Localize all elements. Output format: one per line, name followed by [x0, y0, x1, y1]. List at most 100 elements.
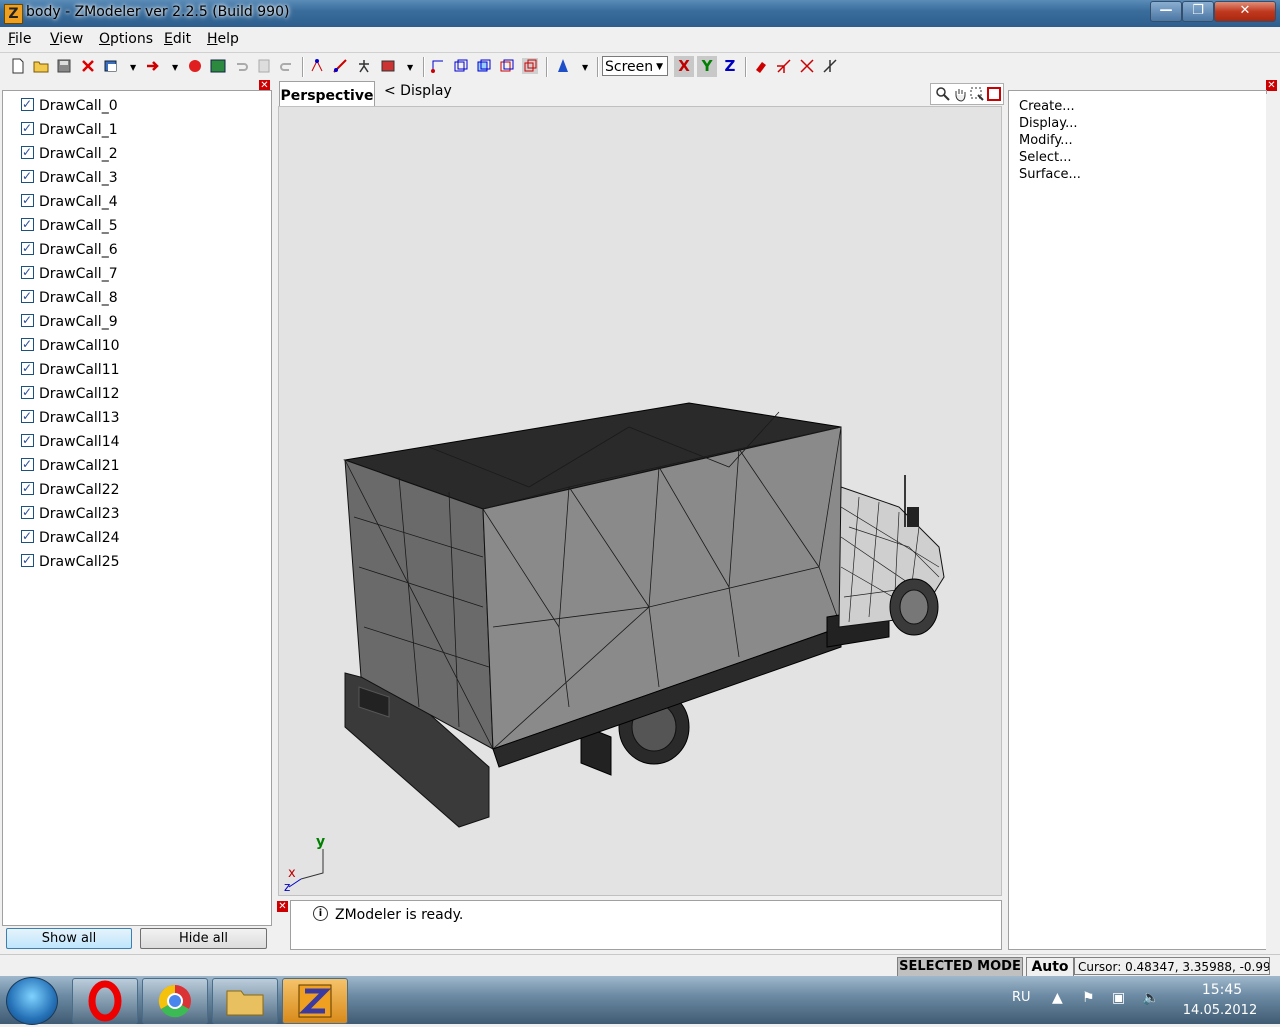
selection-mode-indicator[interactable]: SELECTED MODE [897, 957, 1023, 977]
close-button[interactable]: ✕ [1214, 1, 1276, 22]
checkbox-icon[interactable] [21, 142, 34, 162]
command-surface[interactable]: Surface... [1019, 167, 1081, 182]
checkbox-icon[interactable] [21, 262, 34, 282]
show-all-button[interactable]: Show all [6, 928, 132, 949]
tree-item[interactable]: DrawCall24 [21, 526, 120, 548]
move-icon[interactable] [776, 58, 792, 74]
zoom-icon[interactable] [935, 86, 951, 102]
tree-item[interactable]: DrawCall22 [21, 478, 120, 500]
tree-item[interactable]: DrawCall_0 [21, 94, 118, 116]
checkbox-icon[interactable] [21, 94, 34, 114]
tree-item[interactable]: DrawCall14 [21, 430, 120, 452]
checkbox-icon[interactable] [21, 406, 34, 426]
cone-icon[interactable] [555, 58, 571, 74]
select-pose-icon[interactable] [356, 58, 372, 74]
tree-item[interactable]: DrawCall21 [21, 454, 120, 476]
axis-x-button[interactable]: X [674, 56, 694, 77]
save-icon[interactable] [56, 58, 72, 74]
taskbar-explorer[interactable] [212, 978, 278, 1024]
taskbar-opera[interactable] [72, 978, 138, 1024]
taskbar-zmodeler[interactable] [282, 978, 348, 1024]
tree-item[interactable]: DrawCall10 [21, 334, 120, 356]
network-icon[interactable]: ▣ [1112, 990, 1125, 1006]
scale-icon[interactable] [822, 58, 838, 74]
3d-viewport[interactable] [278, 106, 1002, 896]
start-button[interactable] [6, 977, 58, 1025]
language-indicator[interactable]: RU [1012, 990, 1031, 1005]
tree-item[interactable]: DrawCall_2 [21, 142, 118, 164]
checkbox-icon[interactable] [21, 310, 34, 330]
tree-item[interactable]: DrawCall13 [21, 406, 120, 428]
dropdown-arrow-icon[interactable]: ▼ [172, 63, 178, 72]
checkbox-icon[interactable] [21, 454, 34, 474]
tree-item[interactable]: DrawCall25 [21, 550, 120, 572]
delete-icon[interactable] [80, 58, 96, 74]
cube-face-icon[interactable] [476, 58, 492, 74]
tree-item[interactable]: DrawCall_4 [21, 190, 118, 212]
right-panel-close-icon[interactable]: ✕ [1266, 80, 1277, 91]
checkbox-icon[interactable] [21, 166, 34, 186]
tree-item[interactable]: DrawCall_9 [21, 310, 118, 332]
checkbox-icon[interactable] [21, 502, 34, 522]
clipboard-icon[interactable] [256, 58, 272, 74]
clock-date[interactable]: 14.05.2012 [1180, 1003, 1260, 1018]
command-create[interactable]: Create... [1019, 99, 1075, 114]
command-select[interactable]: Select... [1019, 150, 1072, 165]
hide-all-button[interactable]: Hide all [140, 928, 267, 949]
tree-item[interactable]: DrawCall11 [21, 358, 120, 380]
cube-object-icon[interactable] [499, 58, 515, 74]
tree-item[interactable]: DrawCall12 [21, 382, 120, 404]
command-modify[interactable]: Modify... [1019, 133, 1073, 148]
select-edge-icon[interactable] [332, 58, 348, 74]
command-display[interactable]: Display... [1019, 116, 1077, 131]
tree-item[interactable]: DrawCall_8 [21, 286, 118, 308]
tab-perspective[interactable]: Perspective [279, 81, 375, 106]
select-vertex-icon[interactable] [309, 58, 325, 74]
dropdown-arrow-icon[interactable]: ▼ [582, 63, 588, 72]
volume-icon[interactable]: 🔈 [1142, 990, 1159, 1006]
tree-item[interactable]: DrawCall23 [21, 502, 120, 524]
tree-item[interactable]: DrawCall_6 [21, 238, 118, 260]
checkbox-icon[interactable] [21, 358, 34, 378]
auto-indicator[interactable]: Auto [1026, 957, 1074, 977]
tree-item[interactable]: DrawCall_1 [21, 118, 118, 140]
checkbox-icon[interactable] [21, 382, 34, 402]
axis-z-button[interactable]: Z [720, 56, 740, 77]
record-icon[interactable] [187, 58, 203, 74]
checkbox-icon[interactable] [21, 214, 34, 234]
new-file-icon[interactable] [10, 58, 26, 74]
minimize-button[interactable]: — [1150, 1, 1182, 22]
tree-item[interactable]: DrawCall_5 [21, 214, 118, 236]
view-select[interactable]: Screen ▼ [602, 56, 668, 76]
menu-edit[interactable]: Edit [164, 31, 191, 47]
checkbox-icon[interactable] [21, 118, 34, 138]
settings-icon[interactable] [210, 58, 226, 74]
taskbar-chrome[interactable] [142, 978, 208, 1024]
dropdown-arrow-icon[interactable]: ▼ [130, 63, 136, 72]
redo-icon[interactable] [279, 58, 295, 74]
app-icon[interactable]: Z [4, 4, 23, 24]
menu-view[interactable]: View [50, 31, 83, 47]
checkbox-icon[interactable] [21, 286, 34, 306]
select-group-icon[interactable] [380, 58, 396, 74]
open-file-icon[interactable] [33, 58, 49, 74]
axis-y-button[interactable]: Y [697, 56, 717, 77]
undo-icon[interactable] [233, 58, 249, 74]
action-center-flag-icon[interactable]: ⚑ [1082, 990, 1095, 1006]
show-hidden-icons-icon[interactable]: ▲ [1052, 990, 1063, 1006]
checkbox-icon[interactable] [21, 478, 34, 498]
menu-help[interactable]: Help [207, 31, 239, 47]
tree-item[interactable]: DrawCall_3 [21, 166, 118, 188]
cube-active-icon[interactable] [522, 58, 538, 74]
cube-select-icon[interactable] [430, 58, 446, 74]
export-icon[interactable] [145, 58, 161, 74]
maximize-viewport-icon[interactable] [986, 86, 1002, 102]
checkbox-icon[interactable] [21, 334, 34, 354]
maximize-button[interactable]: ❐ [1182, 1, 1214, 22]
checkbox-icon[interactable] [21, 550, 34, 570]
cube-icon[interactable] [453, 58, 469, 74]
checkbox-icon[interactable] [21, 238, 34, 258]
rotate-icon[interactable] [799, 58, 815, 74]
checkbox-icon[interactable] [21, 430, 34, 450]
tree-item[interactable]: DrawCall_7 [21, 262, 118, 284]
